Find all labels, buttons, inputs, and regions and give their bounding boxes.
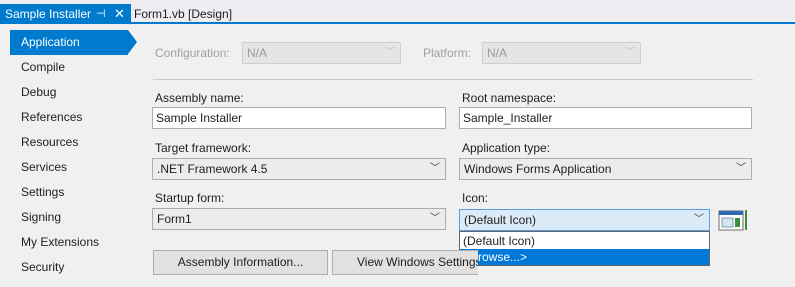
project-properties-nav: Application Compile Debug References Res… bbox=[0, 26, 138, 287]
icon-value: (Default Icon) bbox=[464, 213, 537, 227]
pin-icon[interactable]: ⊣ bbox=[96, 4, 106, 24]
close-icon[interactable]: ✕ bbox=[114, 4, 125, 24]
nav-item-label: My Extensions bbox=[21, 235, 100, 249]
nav-item-label: Settings bbox=[21, 185, 65, 199]
chevron-down-icon: ﹀ bbox=[430, 163, 440, 174]
root-namespace-input[interactable]: Sample_Installer bbox=[459, 107, 752, 129]
configuration-value: N/A bbox=[247, 46, 268, 60]
divider bbox=[153, 79, 753, 80]
nav-item-security[interactable]: Security bbox=[10, 255, 128, 280]
startup-form-value: Form1 bbox=[157, 212, 192, 226]
platform-value: N/A bbox=[487, 46, 508, 60]
nav-item-my-extensions[interactable]: My Extensions bbox=[10, 230, 128, 255]
application-type-label: Application type: bbox=[462, 141, 551, 155]
tab-sample-installer[interactable]: Sample Installer ⊣ ✕ bbox=[0, 4, 131, 24]
nav-item-label: Compile bbox=[21, 60, 66, 74]
icon-dropdown-list: (Default Icon) <Browse...> bbox=[459, 231, 710, 266]
chevron-down-icon: ﹀ bbox=[694, 214, 704, 225]
nav-item-label: Resources bbox=[21, 135, 79, 149]
nav-item-label: Debug bbox=[21, 85, 57, 99]
nav-item-services[interactable]: Services bbox=[10, 155, 128, 180]
platform-label: Platform: bbox=[423, 46, 472, 60]
target-framework-value: .NET Framework 4.5 bbox=[157, 162, 268, 176]
root-namespace-label: Root namespace: bbox=[462, 91, 557, 105]
target-framework-select[interactable]: .NET Framework 4.5 ﹀ bbox=[152, 158, 446, 180]
tab-label: Form1.vb [Design] bbox=[134, 7, 233, 21]
nav-item-debug[interactable]: Debug bbox=[10, 80, 128, 105]
icon-select[interactable]: (Default Icon) ﹀ bbox=[459, 209, 710, 231]
application-type-select[interactable]: Windows Forms Application ﹀ bbox=[459, 158, 752, 180]
nav-item-label: Security bbox=[21, 260, 65, 274]
configuration-label: Configuration: bbox=[155, 46, 230, 60]
assembly-name-label: Assembly name: bbox=[155, 91, 244, 105]
startup-form-select[interactable]: Form1 ﹀ bbox=[152, 208, 446, 230]
tab-label: Sample Installer bbox=[5, 7, 92, 21]
nav-item-references[interactable]: References bbox=[10, 105, 128, 130]
icon-label: Icon: bbox=[462, 191, 489, 205]
platform-select: N/A ﹀ bbox=[482, 42, 641, 64]
target-framework-label: Target framework: bbox=[155, 141, 252, 155]
startup-form-label: Startup form: bbox=[155, 191, 225, 205]
assembly-information-button[interactable]: Assembly Information... bbox=[153, 250, 328, 275]
nav-item-label: Services bbox=[21, 160, 68, 174]
nav-item-label: Signing bbox=[21, 210, 62, 224]
nav-item-label: References bbox=[21, 110, 83, 124]
dropdown-option-default-icon[interactable]: (Default Icon) bbox=[460, 233, 709, 249]
tab-form1-design[interactable]: Form1.vb [Design] bbox=[134, 4, 232, 24]
selected-arrow-icon bbox=[128, 30, 137, 54]
application-type-value: Windows Forms Application bbox=[464, 162, 612, 176]
chevron-down-icon: ﹀ bbox=[430, 213, 440, 224]
dropdown-option-browse[interactable]: <Browse...> bbox=[460, 249, 709, 265]
nav-item-settings[interactable]: Settings bbox=[10, 180, 128, 205]
chevron-down-icon: ﹀ bbox=[625, 47, 635, 58]
view-windows-settings-button[interactable]: View Windows Settings bbox=[332, 250, 478, 275]
nav-item-application[interactable]: Application bbox=[10, 30, 128, 55]
nav-item-resources[interactable]: Resources bbox=[10, 130, 128, 155]
application-icon-preview-icon bbox=[718, 210, 747, 231]
chevron-down-icon: ﹀ bbox=[385, 47, 395, 58]
document-tab-strip: Sample Installer ⊣ ✕ Form1.vb [Design] bbox=[0, 0, 795, 24]
nav-item-signing[interactable]: Signing bbox=[10, 205, 128, 230]
nav-item-compile[interactable]: Compile bbox=[10, 55, 128, 80]
assembly-name-input[interactable]: Sample Installer bbox=[152, 107, 446, 129]
chevron-down-icon: ﹀ bbox=[736, 163, 746, 174]
configuration-select: N/A ﹀ bbox=[242, 42, 401, 64]
nav-item-label: Application bbox=[21, 35, 80, 49]
